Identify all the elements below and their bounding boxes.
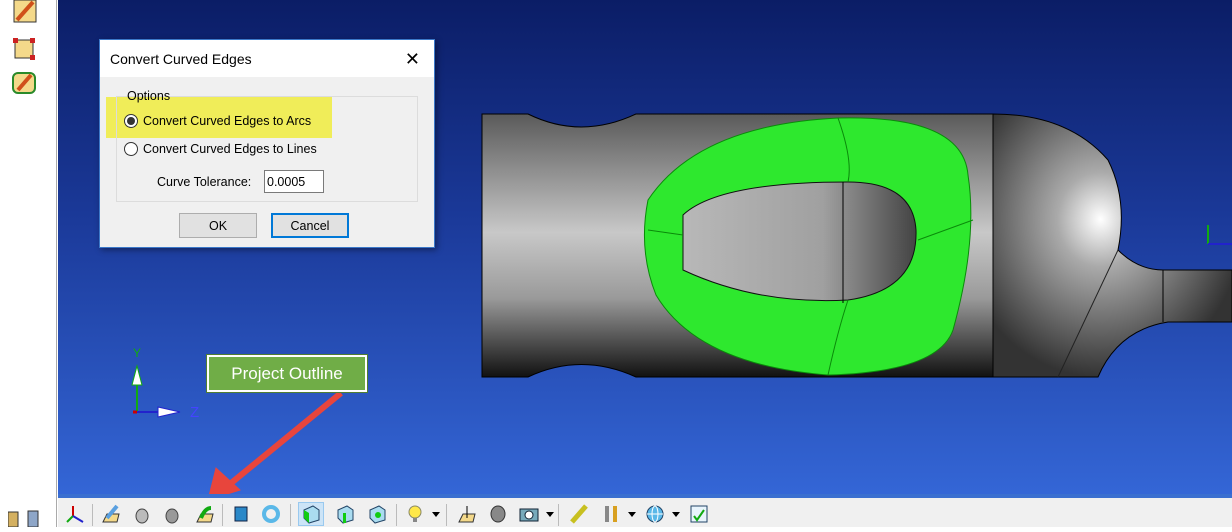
project-outline-callout: Project Outline — [206, 354, 368, 393]
radio-label: Convert Curved Edges to Lines — [143, 142, 317, 156]
radio-button[interactable] — [124, 142, 138, 156]
options-group-label: Options — [127, 89, 171, 103]
sketch-points-icon[interactable] — [11, 36, 39, 62]
close-icon[interactable]: ✕ — [405, 49, 420, 70]
camera-icon[interactable] — [516, 502, 542, 526]
curve-tolerance-label: Curve Tolerance: — [157, 175, 252, 189]
coordinate-system-icon[interactable] — [62, 502, 88, 526]
checklist-icon[interactable] — [686, 502, 712, 526]
cancel-button[interactable]: Cancel — [271, 213, 349, 238]
sketch-icon[interactable] — [98, 502, 124, 526]
callout-arrow — [208, 390, 343, 494]
sketch-edit-icon[interactable] — [11, 70, 39, 96]
view-top-icon[interactable] — [364, 502, 390, 526]
bottom-toolbar — [58, 494, 1232, 527]
chevron-down-icon[interactable] — [432, 512, 440, 517]
radio-button-selected[interactable] — [124, 114, 138, 128]
view-left-icon[interactable] — [298, 502, 324, 526]
radio-convert-to-arcs[interactable]: Convert Curved Edges to Arcs — [124, 114, 311, 128]
chevron-down-icon[interactable] — [672, 512, 680, 517]
tools-icon[interactable] — [598, 502, 624, 526]
edit-sketch-icon[interactable] — [11, 0, 39, 26]
convert-curved-edges-dialog: Convert Curved Edges ✕ Options Convert C… — [99, 39, 435, 248]
radio-label: Convert Curved Edges to Arcs — [143, 114, 312, 128]
dialog-title: Convert Curved Edges — [100, 40, 434, 77]
project-curve-icon[interactable] — [130, 502, 156, 526]
revolve-icon[interactable] — [258, 502, 284, 526]
view-front-icon[interactable] — [332, 502, 358, 526]
curve-tolerance-input[interactable] — [264, 170, 324, 193]
radio-convert-to-lines[interactable]: Convert Curved Edges to Lines — [124, 142, 317, 156]
chevron-down-icon[interactable] — [546, 512, 554, 517]
globe-icon[interactable] — [642, 502, 668, 526]
z-axis-label: Z — [190, 404, 200, 421]
lightbulb-icon[interactable] — [402, 502, 428, 526]
cylinder-icon[interactable] — [228, 502, 254, 526]
project-outline-icon[interactable] — [192, 502, 218, 526]
bottom-left-icons[interactable] — [7, 510, 48, 532]
left-tool-panel — [0, 0, 57, 528]
section-view-icon[interactable] — [486, 502, 512, 526]
ok-button[interactable]: OK — [179, 213, 257, 238]
chevron-down-icon[interactable] — [628, 512, 636, 517]
project-surface-icon[interactable] — [160, 502, 186, 526]
y-axis-label: Y — [133, 346, 142, 360]
work-plane-icon[interactable] — [454, 502, 480, 526]
ruler-icon[interactable] — [566, 502, 592, 526]
